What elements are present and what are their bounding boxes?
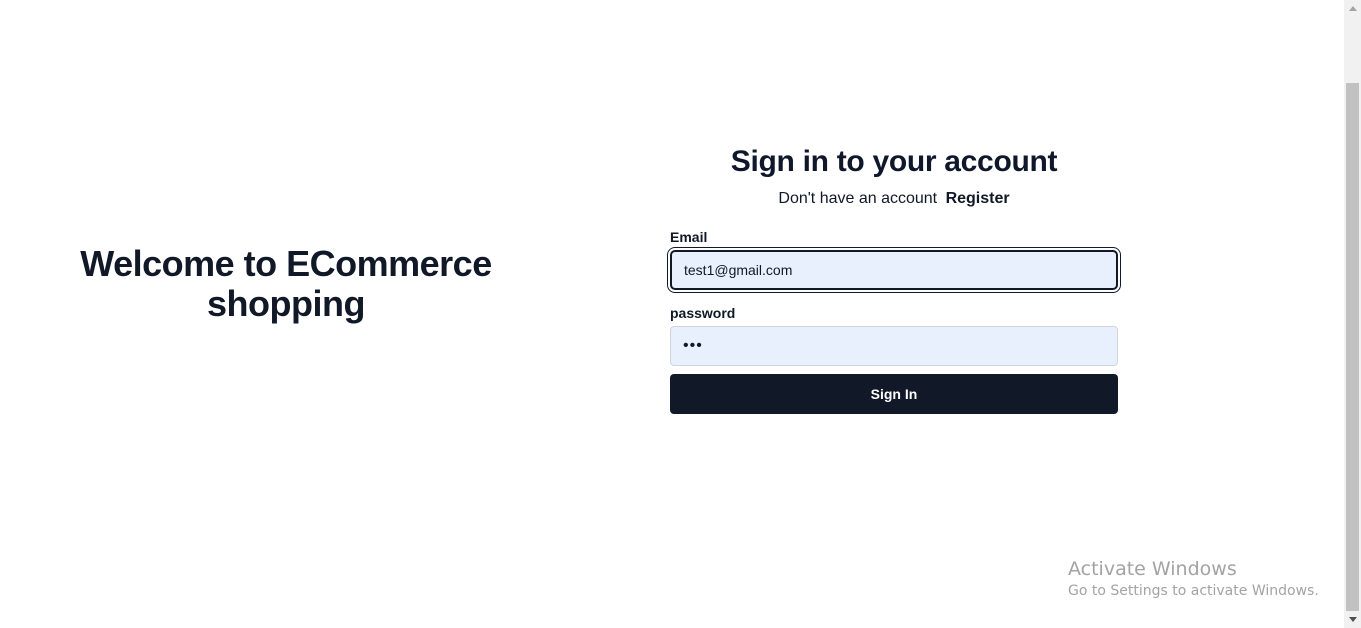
- password-field[interactable]: [670, 326, 1118, 366]
- password-label: password: [670, 305, 736, 321]
- watermark-title: Activate Windows: [1068, 558, 1237, 580]
- welcome-line-1: Welcome to ECommerce: [80, 243, 492, 284]
- email-field[interactable]: [670, 250, 1118, 290]
- welcome-line-2: shopping: [207, 283, 365, 324]
- scrollbar-thumb[interactable]: [1346, 83, 1359, 611]
- watermark-subtitle: Go to Settings to activate Windows.: [1068, 583, 1319, 599]
- scroll-up-arrow-icon[interactable]: [1344, 0, 1361, 17]
- register-link[interactable]: Register: [946, 190, 1010, 207]
- sign-in-title: Sign in to your account: [730, 145, 1058, 178]
- windows-activation-watermark: Activate Windows Go to Settings to activ…: [1068, 557, 1319, 601]
- sign-in-button[interactable]: Sign In: [670, 374, 1118, 414]
- sign-in-form: Email password Sign In: [670, 228, 1118, 414]
- vertical-scrollbar[interactable]: [1344, 0, 1361, 628]
- register-prompt: Don't have an account Register: [670, 188, 1118, 210]
- sign-in-panel: Sign in to your account Don't have an ac…: [670, 140, 1118, 414]
- register-prompt-text: Don't have an account: [778, 190, 938, 207]
- email-label: Email: [670, 229, 708, 245]
- scroll-down-arrow-icon[interactable]: [1344, 611, 1361, 628]
- welcome-heading: Welcome to ECommerce shopping: [0, 244, 572, 324]
- login-page: Welcome to ECommerce shopping Sign in to…: [0, 0, 1361, 628]
